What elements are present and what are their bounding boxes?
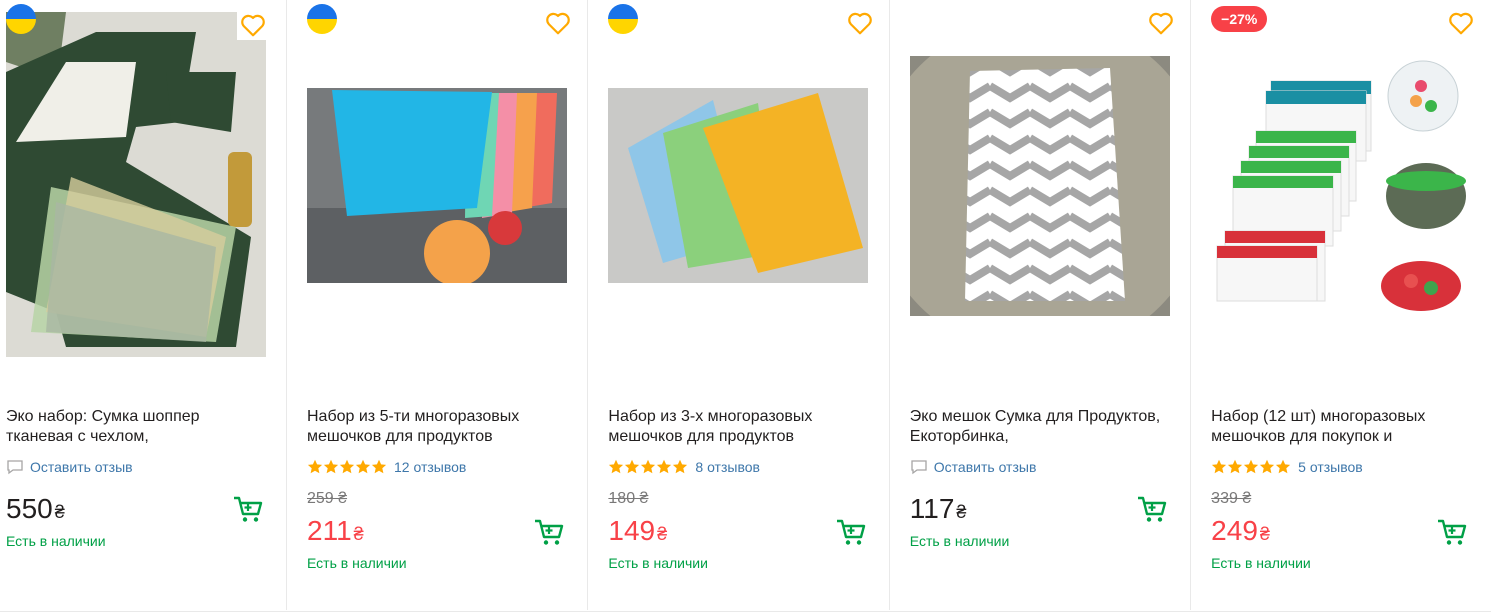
heart-icon[interactable] <box>545 11 571 35</box>
product-image[interactable] <box>287 0 587 380</box>
product-title[interactable]: Эко мешок Сумка для Продуктов, Екоторбин… <box>910 407 1174 447</box>
star-icon <box>355 459 371 474</box>
rating-link[interactable]: 8 отзывов <box>608 457 760 477</box>
heart-icon[interactable] <box>237 10 269 40</box>
product-image[interactable] <box>1191 0 1490 380</box>
review-text: Оставить отзыв <box>933 459 1037 475</box>
star-icon <box>1276 459 1291 474</box>
heart-icon[interactable] <box>847 11 873 35</box>
rating-link[interactable]: 12 отзывов <box>307 457 466 477</box>
price: 149 ₴ <box>608 516 667 549</box>
cart-icon[interactable] <box>835 517 867 547</box>
availability-status: Есть в наличии <box>909 533 1010 549</box>
star-icon <box>1212 459 1227 474</box>
price-value: 149 <box>608 515 656 546</box>
heart-icon[interactable] <box>1148 11 1174 35</box>
cart-icon[interactable] <box>1136 494 1168 524</box>
product-title[interactable]: Эко набор: Сумка шоппер тканевая с чехло… <box>6 407 270 447</box>
currency: ₴ <box>1259 524 1270 544</box>
currency: ₴ <box>657 524 668 544</box>
review-text: Оставить отзыв <box>30 459 133 475</box>
availability-status: Есть в наличии <box>608 555 708 571</box>
price-value: 550 <box>6 493 53 524</box>
heart-icon[interactable] <box>1448 11 1474 35</box>
availability-status: Есть в наличии <box>307 555 407 571</box>
star-icon <box>1244 459 1259 474</box>
star-icon <box>657 459 672 474</box>
price: 249 ₴ <box>1211 516 1270 549</box>
price-value: 249 <box>1211 515 1258 546</box>
rating-stars <box>1211 459 1291 475</box>
product-card: Набор из 3-х многоразовых мешочков для п… <box>588 0 890 610</box>
star-icon <box>339 459 355 474</box>
star-icon <box>1228 459 1243 474</box>
comment-icon <box>911 460 927 475</box>
review-count: 5 отзывов <box>1298 459 1363 475</box>
cart-icon[interactable] <box>232 494 264 524</box>
star-icon <box>673 459 688 474</box>
star-icon <box>323 459 339 474</box>
currency: ₴ <box>54 502 65 522</box>
old-price: 339 ₴ <box>1211 490 1252 507</box>
old-price: 259 ₴ <box>307 490 348 507</box>
star-icon <box>371 459 387 474</box>
product-title[interactable]: Набор из 3-х многоразовых мешочков для п… <box>608 407 872 447</box>
currency: ₴ <box>956 502 967 522</box>
star-icon <box>307 459 323 474</box>
discount-badge: −27% <box>1211 6 1268 32</box>
star-icon <box>1260 459 1275 474</box>
review-link[interactable]: Оставить отзыв <box>6 457 133 477</box>
product-title[interactable]: Набор (12 шт) многоразовых мешочков для … <box>1211 407 1474 447</box>
comment-icon <box>7 460 23 475</box>
cart-icon[interactable] <box>1436 517 1468 547</box>
rating-stars <box>307 459 387 475</box>
price-value: 117 <box>909 493 955 524</box>
star-icon <box>609 459 624 474</box>
price-value: 211 <box>307 515 352 546</box>
old-price: 180 ₴ <box>608 490 649 507</box>
ukraine-flag-icon <box>307 4 337 34</box>
product-image[interactable] <box>588 0 888 380</box>
product-grid: Эко набор: Сумка шоппер тканевая с чехло… <box>0 0 1491 612</box>
product-image[interactable] <box>890 0 1190 380</box>
product-image[interactable] <box>0 0 286 380</box>
price: 211 ₴ <box>307 516 364 549</box>
availability-status: Есть в наличии <box>6 533 106 549</box>
star-icon <box>625 459 640 474</box>
availability-status: Есть в наличии <box>1211 555 1311 571</box>
product-card: Эко набор: Сумка шоппер тканевая с чехло… <box>0 0 287 610</box>
review-count: 8 отзывов <box>695 459 760 475</box>
review-link[interactable]: Оставить отзыв <box>910 457 1037 477</box>
product-card: Эко мешок Сумка для Продуктов, Екоторбин… <box>890 0 1192 610</box>
review-count: 12 отзывов <box>394 459 467 475</box>
price: 117 ₴ <box>910 494 967 527</box>
cart-icon[interactable] <box>533 517 565 547</box>
rating-link[interactable]: 5 отзывов <box>1211 457 1363 477</box>
product-card: −27% Набор (12 шт) многоразовых мешочков… <box>1191 0 1490 610</box>
price: 550 ₴ <box>6 494 65 527</box>
product-title[interactable]: Набор из 5-ти многоразовых мешочков для … <box>307 407 571 447</box>
product-card: Набор из 5-ти многоразовых мешочков для … <box>287 0 589 610</box>
currency: ₴ <box>353 524 364 544</box>
star-icon <box>641 459 656 474</box>
rating-stars <box>608 459 688 475</box>
ukraine-flag-icon <box>6 4 36 34</box>
